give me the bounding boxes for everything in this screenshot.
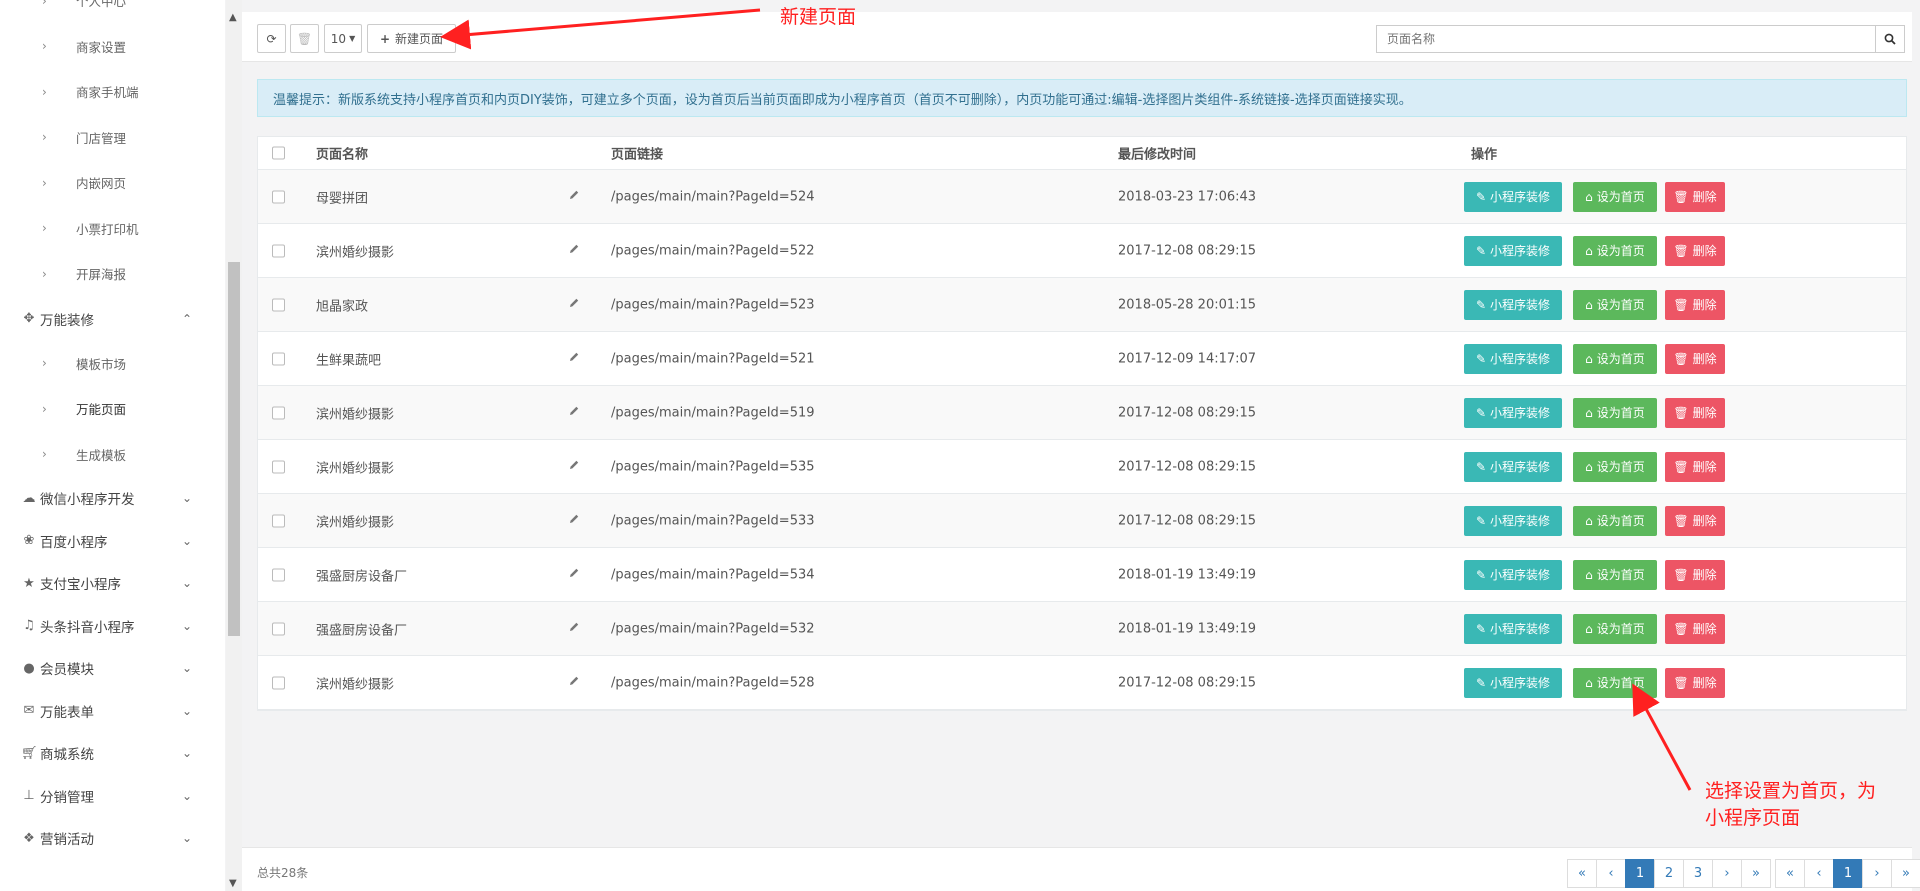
annotation-arrow-new-page: [440, 8, 761, 50]
annotation-new-page: 新建页面: [780, 6, 857, 28]
annotation-arrows: [440, 8, 1692, 791]
annotation-line: 小程序页面: [1705, 807, 1801, 829]
annotation-set-home: 选择设置为首页，为 小程序页面: [1705, 778, 1876, 832]
annotation-line: 选择设置为首页，为: [1705, 780, 1877, 802]
annotation-arrow-set-home: [1632, 683, 1692, 791]
